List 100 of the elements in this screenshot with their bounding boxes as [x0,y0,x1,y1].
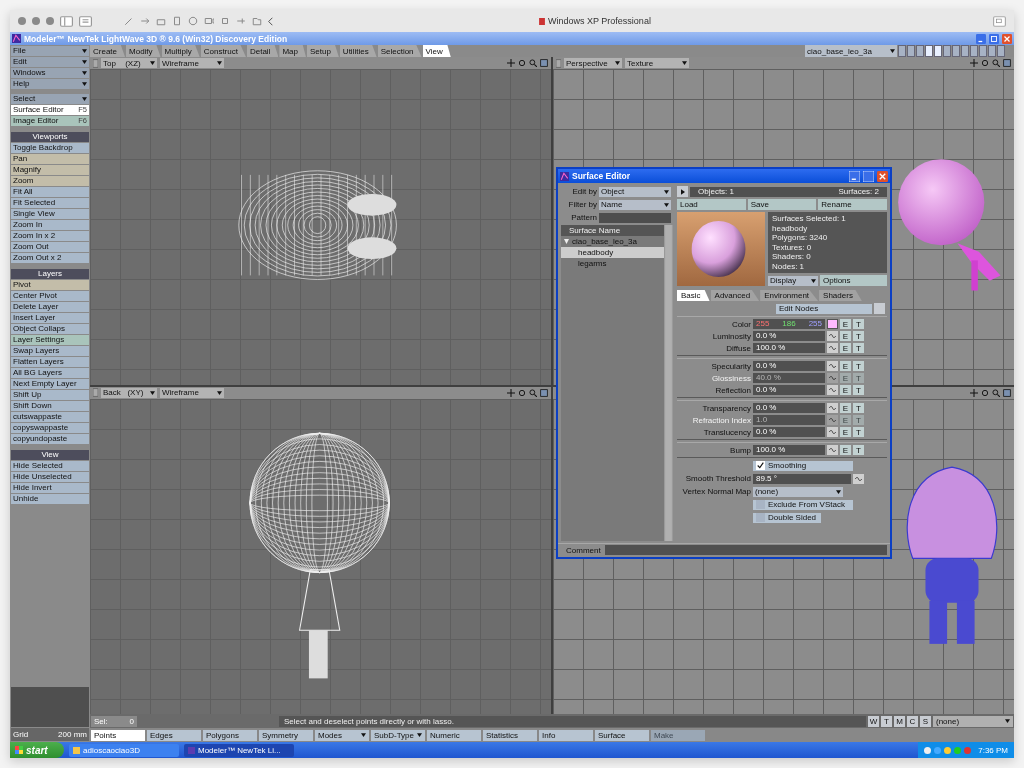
tool-button[interactable]: cutswappaste [11,412,89,422]
normal-map-dropdown[interactable]: (none) [753,486,843,497]
mode-button[interactable]: Points [91,729,145,741]
toolbar-tab[interactable]: Detail [246,45,279,57]
tool-button[interactable]: Delete Layer [11,302,89,312]
texture-button[interactable]: E [840,331,851,341]
rotate-icon[interactable] [518,59,526,67]
layer-button[interactable] [988,45,996,57]
minimize-button[interactable] [976,33,986,44]
surface-list-item[interactable]: legarms [561,258,664,269]
tool-button[interactable]: Layer Settings [11,335,89,345]
view-mode-button[interactable]: T [881,715,892,727]
tool-button[interactable]: Zoom Out [11,242,89,252]
smoothing-checkbox[interactable]: Smoothing [753,460,853,471]
texture-button[interactable]: E [840,427,851,437]
toolbar-tab[interactable]: Create [90,45,125,57]
layer-button[interactable] [943,45,951,57]
toggle-icon[interactable] [556,58,561,68]
window-dot-icon[interactable] [18,17,26,25]
pattern-field[interactable] [599,212,671,223]
maximize-button[interactable] [863,170,874,182]
texture-button[interactable]: T [853,331,864,341]
texture-button[interactable]: T [853,445,864,455]
toolbar-tab[interactable]: Selection [377,45,422,57]
tool-button[interactable]: copyswappaste [11,423,89,433]
view-mode-button[interactable]: C [907,715,918,727]
tool-button[interactable]: Insert Layer [11,313,89,323]
mode-button[interactable]: Modes [315,729,369,741]
layer-button[interactable] [997,45,1005,57]
triangle-down-icon[interactable] [564,239,569,244]
menu-dropdown[interactable]: Windows [11,68,89,78]
view-mode-button[interactable]: W [868,715,879,727]
search-icon[interactable] [992,59,1000,67]
filter-dropdown[interactable]: Name [599,199,671,210]
tool-button[interactable]: Swap Layers [11,346,89,356]
texture-button[interactable]: T [853,343,864,353]
toolbar-icon[interactable] [124,16,134,26]
layer-button[interactable] [916,45,924,57]
texture-button[interactable]: T [853,361,864,371]
tool-button[interactable]: copyundopaste [11,434,89,444]
value-field[interactable]: 0.0 % [753,385,825,395]
texture-button[interactable]: T [853,319,864,329]
envelope-button[interactable] [853,473,864,484]
chevron-left-icon[interactable] [268,16,273,26]
value-field[interactable]: 100.0 % [753,445,825,455]
toolbar-icon[interactable] [236,16,246,26]
maximize-button[interactable] [989,33,999,44]
render-mode-dropdown[interactable]: Wireframe [160,387,224,398]
menu-dropdown[interactable]: Select [11,94,89,104]
display-dropdown[interactable]: Display [768,275,818,286]
close-button[interactable] [877,170,888,182]
color-swatch[interactable] [827,319,838,329]
tool-button[interactable]: Flatten Layers [11,357,89,367]
tool-button[interactable]: Zoom [11,176,89,186]
texture-button[interactable]: T [853,403,864,413]
taskbar-item[interactable]: Modeler™ NewTek Li... [184,743,294,757]
toolbar-icon[interactable] [220,16,230,26]
toolbar-tab[interactable]: View [422,45,451,57]
view-mode-button[interactable]: M [894,715,905,727]
option-checkbox[interactable]: Exclude From VStack [753,499,853,510]
layer-button[interactable] [979,45,987,57]
surface-tab[interactable]: Basic [677,290,710,301]
tool-button[interactable]: Center Pivot [11,291,89,301]
value-field[interactable]: 100.0 % [753,343,825,353]
tool-button[interactable]: Single View [11,209,89,219]
toolbar-tab[interactable]: Map [279,45,306,57]
maximize-icon[interactable] [540,388,548,397]
envelope-button[interactable] [827,343,838,353]
tool-button[interactable]: Shift Up [11,390,89,400]
action-button[interactable]: Load [677,199,746,210]
color-field[interactable]: 255 186 255 [753,319,825,329]
node-toggle-button[interactable] [874,303,885,314]
layer-button[interactable] [925,45,933,57]
surface-list-item[interactable]: ciao_base_leo_3a [561,236,664,247]
edit-nodes-button[interactable]: Edit Nodes [776,303,872,314]
value-field[interactable]: 0.0 % [753,403,825,413]
mode-button[interactable]: Polygons [203,729,257,741]
toolbar-tab[interactable]: Utilities [339,45,377,57]
layer-button[interactable] [952,45,960,57]
rotate-icon[interactable] [981,388,989,397]
layer-button[interactable] [961,45,969,57]
comment-field[interactable] [604,545,887,555]
tool-button[interactable]: Zoom Out x 2 [11,253,89,263]
tool-button[interactable]: Shift Down [11,401,89,411]
move-icon[interactable] [970,388,978,397]
action-button[interactable]: Save [747,199,817,210]
options-button[interactable]: Options [820,275,887,286]
option-checkbox[interactable]: Double Sided [753,512,821,523]
maximize-icon[interactable] [1003,59,1011,67]
move-icon[interactable] [970,59,978,67]
tool-button[interactable]: Toggle Backdrop [11,143,89,153]
mode-button[interactable]: Numeric [427,729,481,741]
envelope-button[interactable] [827,427,838,437]
render-mode-dropdown[interactable]: Wireframe [160,58,224,68]
texture-button[interactable]: T [853,385,864,395]
tool-button[interactable]: Next Empty Layer [11,379,89,389]
tool-button[interactable]: Magnify [11,165,89,175]
toolbar-icon[interactable] [204,16,214,26]
move-icon[interactable] [507,388,515,397]
tool-button[interactable]: Hide Unselected [11,472,89,482]
